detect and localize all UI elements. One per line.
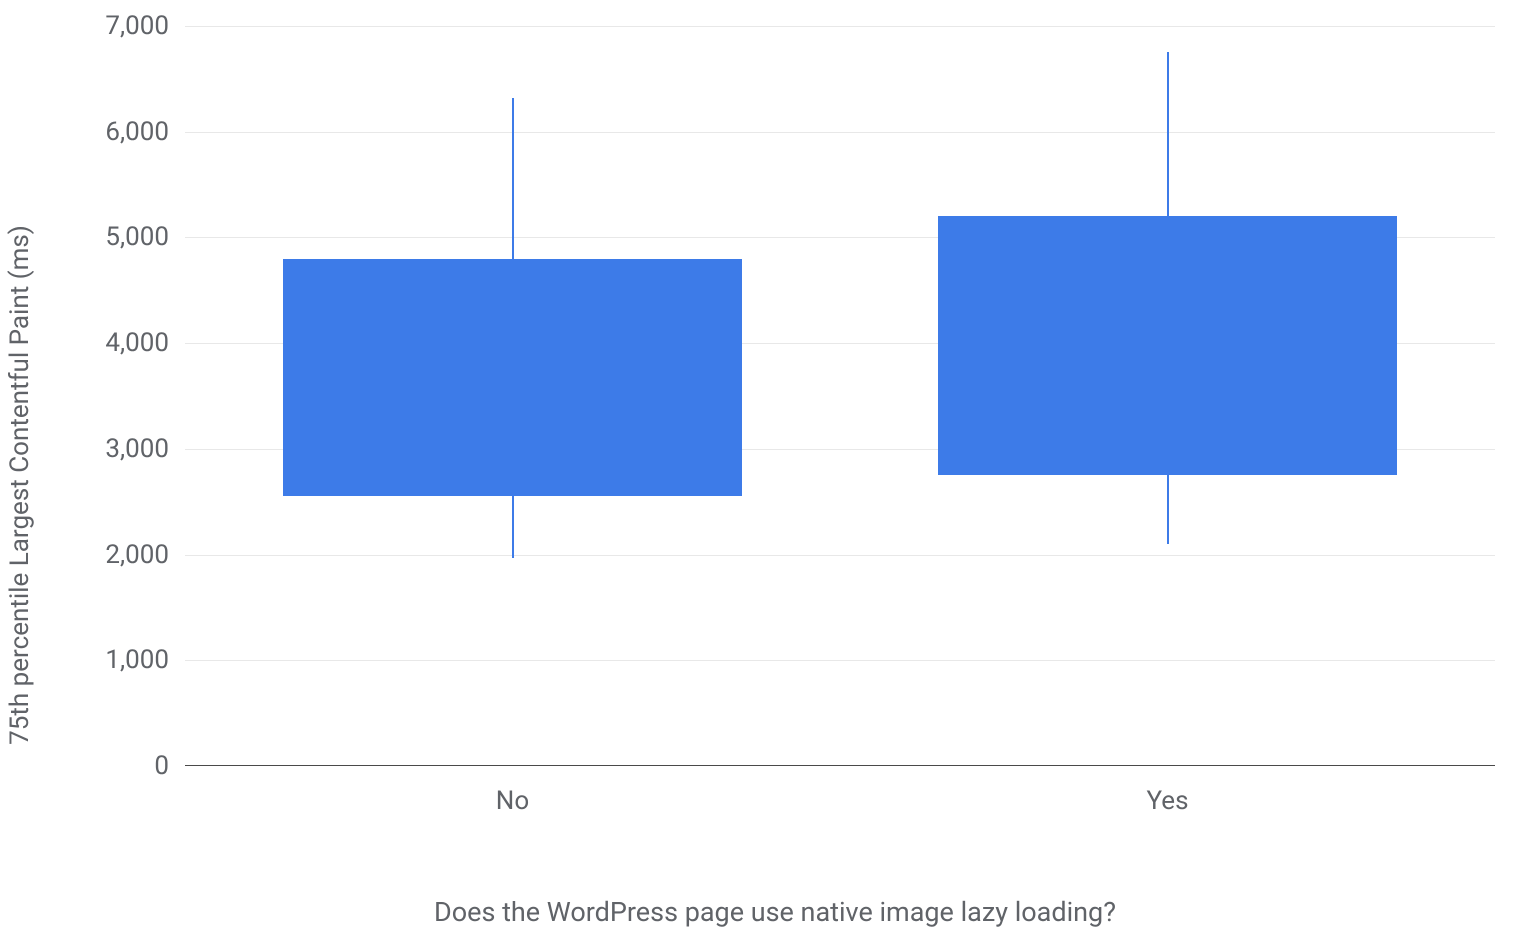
y-tick-label: 7,000: [105, 11, 169, 41]
gridline: [185, 555, 1495, 556]
x-axis-title: Does the WordPress page use native image…: [434, 896, 1116, 928]
gridline: [185, 26, 1495, 27]
y-tick-label: 5,000: [105, 222, 169, 252]
y-tick-label: 2,000: [105, 540, 169, 570]
y-tick-label: 6,000: [105, 117, 169, 147]
gridline: [185, 660, 1495, 661]
gridline: [185, 132, 1495, 133]
y-tick-label: 4,000: [105, 328, 169, 358]
plot-area: 01,0002,0003,0004,0005,0006,0007,000NoYe…: [185, 26, 1495, 766]
boxplot-chart: 75th percentile Largest Contentful Paint…: [30, 20, 1520, 920]
x-axis-line: [185, 765, 1495, 766]
box: [283, 259, 742, 497]
x-category-label: Yes: [1147, 786, 1189, 816]
y-tick-label: 3,000: [105, 434, 169, 464]
y-tick-label: 0: [154, 751, 169, 781]
box: [938, 216, 1397, 475]
y-tick-label: 1,000: [105, 645, 169, 675]
x-category-label: No: [496, 786, 529, 816]
y-axis-title: 75th percentile Largest Contentful Paint…: [5, 225, 35, 745]
